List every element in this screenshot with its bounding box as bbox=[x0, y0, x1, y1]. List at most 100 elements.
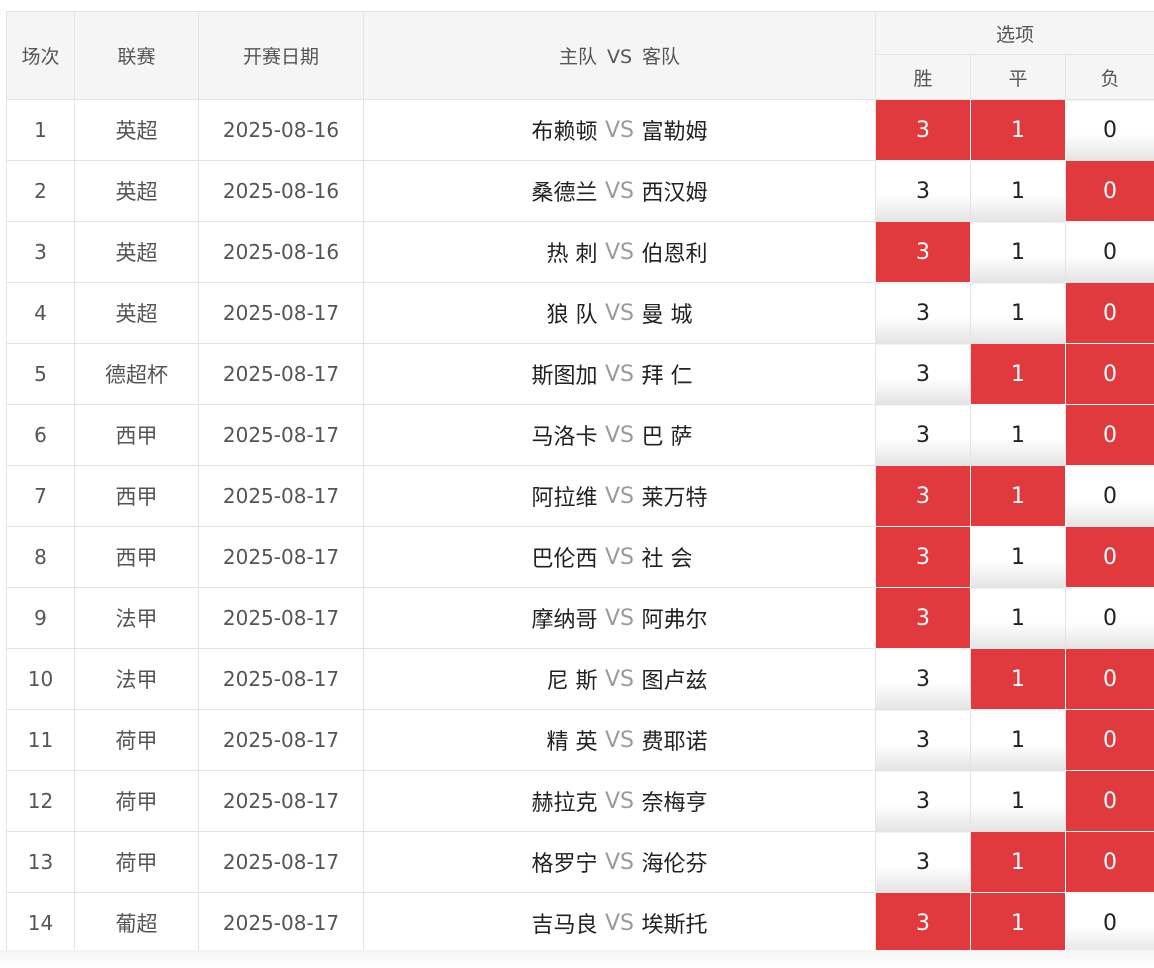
option-win-button[interactable]: 3 bbox=[875, 221, 971, 283]
option-draw-button[interactable]: 1 bbox=[970, 587, 1066, 649]
away-team: 阿弗尔 bbox=[641, 608, 708, 633]
match-teams: 阿拉维 VS 莱万特 bbox=[364, 480, 875, 512]
match-date: 2025-08-16 bbox=[198, 221, 364, 283]
match-date: 2025-08-16 bbox=[198, 160, 364, 222]
home-team: 尼 斯 bbox=[546, 669, 598, 694]
option-loss-button[interactable]: 0 bbox=[1064, 831, 1154, 893]
away-team: 海伦芬 bbox=[641, 852, 708, 877]
vs-label: VS bbox=[604, 422, 634, 448]
away-team: 奈梅亨 bbox=[641, 791, 708, 816]
match-cell: 赫拉克 VS 奈梅亨 bbox=[363, 770, 876, 832]
option-draw-button[interactable]: 1 bbox=[970, 892, 1066, 954]
away-team: 埃斯托 bbox=[641, 913, 708, 938]
league-name: 西甲 bbox=[74, 465, 199, 527]
option-loss-button[interactable]: 0 bbox=[1064, 892, 1154, 954]
away-team: 图卢兹 bbox=[641, 669, 708, 694]
option-loss-button[interactable]: 0 bbox=[1064, 221, 1154, 283]
match-date: 2025-08-17 bbox=[198, 892, 364, 954]
league-name: 英超 bbox=[74, 99, 199, 161]
option-loss-button[interactable]: 0 bbox=[1064, 587, 1154, 649]
option-win-button[interactable]: 3 bbox=[875, 892, 971, 954]
match-index: 13 bbox=[6, 831, 75, 893]
header-away: 客队 bbox=[642, 46, 681, 68]
match-index: 11 bbox=[6, 709, 75, 771]
option-win-button[interactable]: 3 bbox=[875, 343, 971, 405]
away-team: 伯恩利 bbox=[641, 242, 708, 267]
match-date: 2025-08-17 bbox=[198, 648, 364, 710]
league-name: 荷甲 bbox=[74, 831, 199, 893]
match-teams: 布赖顿 VS 富勒姆 bbox=[364, 114, 875, 146]
header-home: 主队 bbox=[558, 46, 597, 68]
away-team: 曼 城 bbox=[641, 303, 693, 328]
option-draw-button[interactable]: 1 bbox=[970, 221, 1066, 283]
lottery-table-container: 场次 联赛 开赛日期 主队 VS 客队 选项 胜 平 负 1 英超 2025-08-16… bbox=[6, 11, 1154, 954]
option-loss-button[interactable]: 0 bbox=[1064, 709, 1154, 771]
option-loss-button[interactable]: 0 bbox=[1064, 770, 1154, 832]
option-win-button[interactable]: 3 bbox=[875, 709, 971, 771]
option-win-button[interactable]: 3 bbox=[875, 770, 971, 832]
table-body: 1 英超 2025-08-16 布赖顿 VS 富勒姆 3 1 0 2 英超 2025-08-16 桑德兰… bbox=[6, 99, 1154, 954]
option-draw-button[interactable]: 1 bbox=[970, 343, 1066, 405]
match-cell: 格罗宁 VS 海伦芬 bbox=[363, 831, 876, 893]
option-loss-button[interactable]: 0 bbox=[1064, 99, 1154, 161]
header-row: 场次 联赛 开赛日期 主队 VS 客队 选项 bbox=[6, 11, 1154, 100]
vs-label: VS bbox=[604, 727, 634, 753]
option-loss-button[interactable]: 0 bbox=[1064, 282, 1154, 344]
away-team: 富勒姆 bbox=[641, 120, 708, 145]
option-win-button[interactable]: 3 bbox=[875, 587, 971, 649]
match-index: 5 bbox=[6, 343, 75, 405]
option-loss-button[interactable]: 0 bbox=[1064, 526, 1154, 588]
match-index: 7 bbox=[6, 465, 75, 527]
match-date: 2025-08-17 bbox=[198, 465, 364, 527]
option-loss-button[interactable]: 0 bbox=[1064, 160, 1154, 222]
match-cell: 精 英 VS 费耶诺 bbox=[363, 709, 876, 771]
option-win-button[interactable]: 3 bbox=[875, 282, 971, 344]
match-cell: 布赖顿 VS 富勒姆 bbox=[363, 99, 876, 161]
home-team: 吉马良 bbox=[531, 913, 598, 938]
vs-label: VS bbox=[604, 788, 634, 814]
option-draw-button[interactable]: 1 bbox=[970, 526, 1066, 588]
match-selection-table: 场次 联赛 开赛日期 主队 VS 客队 选项 胜 平 负 1 英超 2025-08-16… bbox=[6, 11, 1154, 954]
table-row: 14 葡超 2025-08-17 吉马良 VS 埃斯托 3 1 0 bbox=[6, 892, 1154, 954]
vs-label: VS bbox=[604, 483, 634, 509]
option-win-button[interactable]: 3 bbox=[875, 831, 971, 893]
match-cell: 摩纳哥 VS 阿弗尔 bbox=[363, 587, 876, 649]
option-loss-button[interactable]: 0 bbox=[1064, 465, 1154, 527]
match-date: 2025-08-17 bbox=[198, 587, 364, 649]
away-team: 巴 萨 bbox=[641, 425, 693, 450]
option-draw-button[interactable]: 1 bbox=[970, 770, 1066, 832]
vs-label: VS bbox=[604, 239, 634, 265]
table-row: 8 西甲 2025-08-17 巴伦西 VS 社 会 310 bbox=[6, 526, 1154, 588]
option-draw-button[interactable]: 1 bbox=[970, 648, 1066, 710]
option-draw-button[interactable]: 1 bbox=[970, 465, 1066, 527]
table-row: 6 西甲 2025-08-17 马洛卡 VS 巴 萨 310 bbox=[6, 404, 1154, 466]
vs-label: VS bbox=[604, 361, 634, 387]
option-win-button[interactable]: 3 bbox=[875, 465, 971, 527]
option-draw-button[interactable]: 1 bbox=[970, 404, 1066, 466]
match-teams: 尼 斯 VS 图卢兹 bbox=[364, 663, 875, 695]
option-draw-button[interactable]: 1 bbox=[970, 99, 1066, 161]
match-index: 1 bbox=[6, 99, 75, 161]
option-draw-button[interactable]: 1 bbox=[970, 160, 1066, 222]
option-win-button[interactable]: 3 bbox=[875, 404, 971, 466]
option-draw-button[interactable]: 1 bbox=[970, 282, 1066, 344]
option-win-button[interactable]: 3 bbox=[875, 526, 971, 588]
option-loss-button[interactable]: 0 bbox=[1064, 343, 1154, 405]
header-options: 选项 bbox=[874, 11, 1154, 55]
vs-label: VS bbox=[604, 178, 634, 204]
match-cell: 狼 队 VS 曼 城 bbox=[363, 282, 876, 344]
option-draw-button[interactable]: 1 bbox=[970, 709, 1066, 771]
vs-label: VS bbox=[604, 300, 634, 326]
header-win: 胜 bbox=[875, 54, 971, 100]
option-win-button[interactable]: 3 bbox=[875, 160, 971, 222]
option-loss-button[interactable]: 0 bbox=[1064, 648, 1154, 710]
league-name: 荷甲 bbox=[74, 770, 199, 832]
league-name: 荷甲 bbox=[74, 709, 199, 771]
table-row: 7 西甲 2025-08-17 阿拉维 VS 莱万特 3 1 0 bbox=[6, 465, 1154, 527]
option-loss-button[interactable]: 0 bbox=[1064, 404, 1154, 466]
away-team: 西汉姆 bbox=[641, 181, 708, 206]
option-win-button[interactable]: 3 bbox=[875, 99, 971, 161]
option-win-button[interactable]: 3 bbox=[875, 648, 971, 710]
option-draw-button[interactable]: 1 bbox=[970, 831, 1066, 893]
table-row: 5 德超杯 2025-08-17 斯图加 VS 拜 仁 310 bbox=[6, 343, 1154, 405]
